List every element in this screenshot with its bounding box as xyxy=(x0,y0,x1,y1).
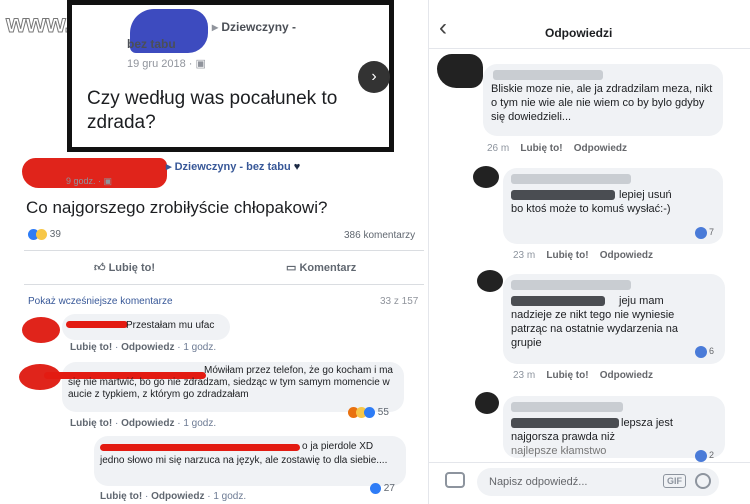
globe-icon: ▣ xyxy=(195,58,206,70)
like-icon xyxy=(370,483,381,494)
reply-meta: 23 m Lubię to! Odpowiedz xyxy=(513,250,654,261)
panel-title: Odpowiedzi xyxy=(545,26,613,40)
comment-button[interactable]: ▭ Komentarz xyxy=(286,261,356,274)
reaction-count: 2 xyxy=(709,450,715,460)
thumbs-up-icon: 👍︎ xyxy=(94,262,109,274)
header-divider xyxy=(429,48,750,49)
reaction-icons[interactable]: 27 xyxy=(370,483,395,494)
reaction-count: 6 xyxy=(709,346,715,356)
globe-icon: ▣ xyxy=(103,176,113,186)
censored-name xyxy=(511,280,631,290)
censored-tag xyxy=(511,418,619,428)
reply-text: Bliskie moze nie, ale ja zdradzilam meza… xyxy=(491,83,713,123)
caret-icon: ▸ xyxy=(166,161,175,173)
next-button[interactable]: › xyxy=(358,61,390,93)
avatar xyxy=(473,166,499,188)
reply-meta: 26 m Lubię to! Odpowiedz xyxy=(487,143,628,154)
like-button[interactable]: 👍︎ Lubię to! xyxy=(94,261,155,274)
censored-name xyxy=(493,70,603,80)
reply-text: najgorsza prawda niż xyxy=(511,431,615,443)
comment-text: Przestałam mu ufac xyxy=(126,320,215,331)
censored-name xyxy=(511,174,631,184)
reaction-count: 7 xyxy=(709,227,715,237)
reply-text: jeju mam xyxy=(619,295,664,307)
chevron-right-icon: › xyxy=(371,68,377,85)
censor-name xyxy=(100,444,300,451)
post-date: 19 gru 2018 · ▣ xyxy=(127,58,206,70)
sad-icon xyxy=(36,229,47,240)
reply-text: lepsza jest xyxy=(621,417,673,429)
divider xyxy=(24,284,424,285)
gif-button[interactable]: GIF xyxy=(663,474,686,488)
reply-text: lepiej usuń xyxy=(619,189,672,201)
group-link[interactable]: ▸ Dziewczyny - bez tabu ♥ xyxy=(166,160,300,173)
like-icon xyxy=(695,450,707,462)
group-name-2: bez tabu xyxy=(127,37,176,51)
censored-tag xyxy=(511,296,605,306)
reply-text: bo ktoś może to komuś wysłać:-) xyxy=(511,203,671,215)
comment-meta: Lubię to! · Odpowiedz · 1 godz. xyxy=(70,418,217,429)
post-text: Co najgorszego zrobiłyście chłopakowi? xyxy=(26,198,328,217)
comments-count[interactable]: 386 komentarzy xyxy=(344,230,415,241)
post-text: Czy według was pocałunek to zdrada? xyxy=(87,88,338,133)
heart-icon: ♥ xyxy=(293,161,301,173)
avatar xyxy=(477,270,503,292)
avatar xyxy=(437,54,483,88)
back-button[interactable]: ‹ xyxy=(439,14,447,42)
group-name[interactable]: ▸ Dziewczyny - xyxy=(212,20,296,34)
reply-meta: 23 m Lubię to! Odpowiedz xyxy=(513,370,654,381)
avatar-censor xyxy=(22,317,60,343)
camera-icon[interactable] xyxy=(445,472,465,488)
like-icon xyxy=(695,227,707,239)
left-post: ▸ Dziewczyny - bez tabu ♥ 9 godz. · ▣ Co… xyxy=(14,152,430,504)
censor-name xyxy=(66,321,128,328)
divider xyxy=(24,250,424,251)
comments-counter: 33 z 157 xyxy=(380,296,419,307)
emoji-icon[interactable] xyxy=(695,473,711,489)
replies-panel: ‹ Odpowiedzi Bliskie moze nie, ale ja zd… xyxy=(428,0,750,504)
like-icon xyxy=(695,346,707,358)
like-icon xyxy=(364,407,375,418)
caret-icon: ▸ xyxy=(212,20,222,34)
prev-comments-link[interactable]: Pokaż wcześniejsze komentarze xyxy=(28,296,173,307)
comment-meta: Lubię to! · Odpowiedz · 1 godz. xyxy=(100,491,247,502)
avatar xyxy=(475,392,499,414)
post-time: 9 godz. · ▣ xyxy=(66,176,113,186)
comment-text: o ja pierdole XD xyxy=(302,441,374,452)
reply-input-placeholder: Napisz odpowiedź... xyxy=(489,476,588,488)
comment-text: Mówiłam przez telefon, że go kocham i ma… xyxy=(68,365,393,400)
top-post-frame: ▸ Dziewczyny - bez tabu 19 gru 2018 · ▣ … xyxy=(67,0,394,152)
reactions[interactable]: 39 xyxy=(28,229,61,240)
reply-text: najlepsze kłamstwo xyxy=(511,445,607,457)
censored-tag xyxy=(511,190,615,200)
censored-name xyxy=(511,402,623,412)
comment-meta: Lubię to! · Odpowiedz · 1 godz. xyxy=(70,342,217,353)
comment-icon: ▭ xyxy=(286,262,300,274)
reply-text: nadzieje ze nikt tego nie wyniesie patrz… xyxy=(511,309,678,349)
reaction-icons[interactable]: 55 xyxy=(348,407,389,418)
comment-text: jedno słowo mi się narzuca na język, ale… xyxy=(100,455,388,466)
